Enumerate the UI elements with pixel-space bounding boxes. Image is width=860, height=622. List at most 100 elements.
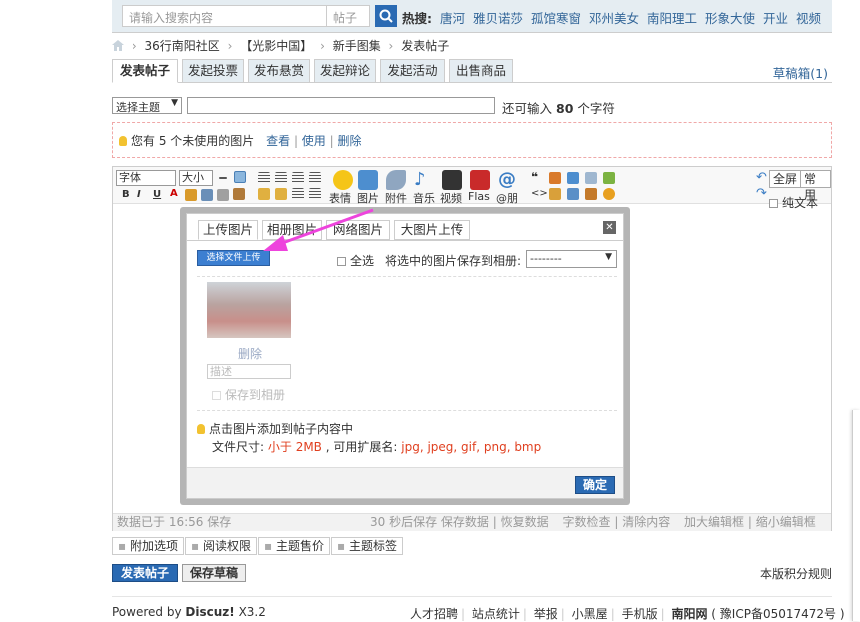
discuz-link[interactable]: Discuz! [185,605,234,619]
subject-input[interactable] [187,97,495,114]
dialog-tab-upload[interactable]: 上传图片 [198,220,258,240]
page-icon[interactable] [585,172,597,184]
tab-reward[interactable]: 发布悬赏 [248,59,310,83]
align-left-icon[interactable] [258,172,270,184]
attachment-label[interactable]: 附件 [385,190,407,206]
common-button[interactable]: 常用 [800,170,831,202]
image-icon[interactable] [358,170,378,190]
clear-format-icon[interactable] [233,188,245,200]
footer-icp[interactable]: ( 豫ICP备05017472号 ) [711,607,844,621]
clear-content-link[interactable]: 清除内容 [622,515,670,529]
flash-icon[interactable] [470,170,490,190]
close-icon[interactable]: ✕ [603,221,616,234]
video-label[interactable]: 视频 [440,190,462,206]
music-label[interactable]: 音乐 [413,190,435,206]
at-icon[interactable]: @ [498,170,518,190]
hot-keyword[interactable]: 雅贝诺莎 [473,11,523,26]
ordered-list-icon[interactable] [292,188,304,200]
align-right-icon[interactable] [292,172,304,184]
postbg-icon[interactable] [585,188,597,200]
search-type-select[interactable]: 帖子 [327,5,370,27]
tab-debate[interactable]: 发起辩论 [314,59,376,83]
font-size-select[interactable]: 大小 [179,170,213,186]
bg-icon[interactable] [603,188,615,200]
font-family-select[interactable]: 字体 [116,170,176,186]
undo-icon[interactable]: ↶ [756,171,768,184]
thread-tags-button[interactable]: ▪ 主题标签 [331,537,403,555]
music-icon[interactable]: ♪ [414,170,434,190]
quote-icon[interactable]: ❝ [531,171,543,184]
save-draft-button[interactable]: 保存草稿 [182,564,246,582]
fullscreen-button[interactable]: 全屏 [769,170,802,188]
thread-price-button[interactable]: ▪ 主题售价 [258,537,330,555]
breadcrumb-item[interactable]: 新手图集 [333,39,381,53]
footer-link-mobile[interactable]: 手机版 [622,607,658,621]
hot-keyword[interactable]: 形象大使 [705,11,755,26]
hide-icon[interactable] [549,172,561,184]
confirm-button[interactable]: 确定 [575,476,615,494]
forum-credit-rules-link[interactable]: 本版积分规则 [760,565,832,582]
free-icon[interactable] [567,172,579,184]
hot-keyword[interactable]: 孤馆寒窗 [531,11,581,26]
thumbnail-delete-link[interactable]: 删除 [238,345,262,362]
attachment-icon[interactable] [386,170,406,190]
code-icon[interactable]: <> [531,188,548,200]
unordered-list-icon[interactable] [309,188,321,200]
dialog-tab-large[interactable]: 大图片上传 [394,220,470,240]
tab-post[interactable]: 发表帖子 [112,59,178,83]
footer-link-jobs[interactable]: 人才招聘 [410,607,458,621]
image-label[interactable]: 图片 [357,190,379,206]
table-icon[interactable] [234,171,246,183]
password-icon[interactable] [603,172,615,184]
hot-keyword[interactable]: 视频 [796,11,821,26]
album-select[interactable]: -------- ▼ [526,250,617,268]
extra-options-button[interactable]: ▪ 附加选项 [112,537,184,555]
lock-icon[interactable] [549,188,561,200]
home-icon[interactable] [112,40,124,51]
flash-label[interactable]: Flas [468,190,490,203]
italic-button[interactable]: I [137,189,141,200]
at-label[interactable]: @朋 [496,190,518,206]
checkbox[interactable] [769,199,778,208]
bold-button[interactable]: B [122,189,130,200]
underline-button[interactable]: U [153,189,161,200]
emoticon-icon[interactable] [333,170,353,190]
notice-delete-link[interactable]: 删除 [338,134,362,148]
enlarge-editor-link[interactable]: 加大编辑框 [684,515,744,529]
footer-link-blacklist[interactable]: 小黑屋 [572,607,608,621]
float-left-icon[interactable] [258,188,270,200]
thumbnail-description-input[interactable]: 描述 [207,364,291,379]
hr-icon[interactable] [219,177,227,179]
checkbox[interactable] [337,257,346,266]
highlight-icon[interactable] [185,189,197,201]
plain-text-toggle[interactable]: 纯文本 [769,194,818,211]
notice-view-link[interactable]: 查看 [266,134,290,148]
tab-trade[interactable]: 出售商品 [449,59,513,83]
tab-poll[interactable]: 发起投票 [182,59,244,83]
search-input[interactable]: 请输入搜索内容 [122,5,327,27]
drafts-link[interactable]: 草稿箱(1) [773,63,828,82]
footer-link-report[interactable]: 举报 [534,607,558,621]
font-color-button[interactable]: A [170,188,178,199]
breadcrumb-item[interactable]: 【光影中国】 [240,39,312,53]
search-button[interactable] [375,5,397,27]
video-icon[interactable] [442,170,462,190]
hot-keyword[interactable]: 开业 [763,11,788,26]
float-right-icon[interactable] [275,188,287,200]
restore-data-link[interactable]: 恢复数据 [501,515,549,529]
hot-keyword[interactable]: 南阳理工 [647,11,697,26]
uploaded-image-thumbnail[interactable] [207,282,291,338]
emoticon-label[interactable]: 表情 [329,190,351,206]
link-icon[interactable] [201,189,213,201]
save-to-album-checkbox[interactable]: 保存到相册 [212,386,285,403]
read-permission-button[interactable]: ▪ 阅读权限 [185,537,257,555]
tab-activity[interactable]: 发起活动 [380,59,445,83]
align-center-icon[interactable] [275,172,287,184]
footer-link-stats[interactable]: 站点统计 [472,607,520,621]
notice-use-link[interactable]: 使用 [302,134,326,148]
save-data-link[interactable]: 保存数据 [441,515,489,529]
footer-site-name[interactable]: 南阳网 [671,607,707,621]
redo-icon[interactable]: ↷ [756,187,768,200]
unlink-icon[interactable] [217,189,229,201]
hot-keyword[interactable]: 唐河 [440,11,465,26]
